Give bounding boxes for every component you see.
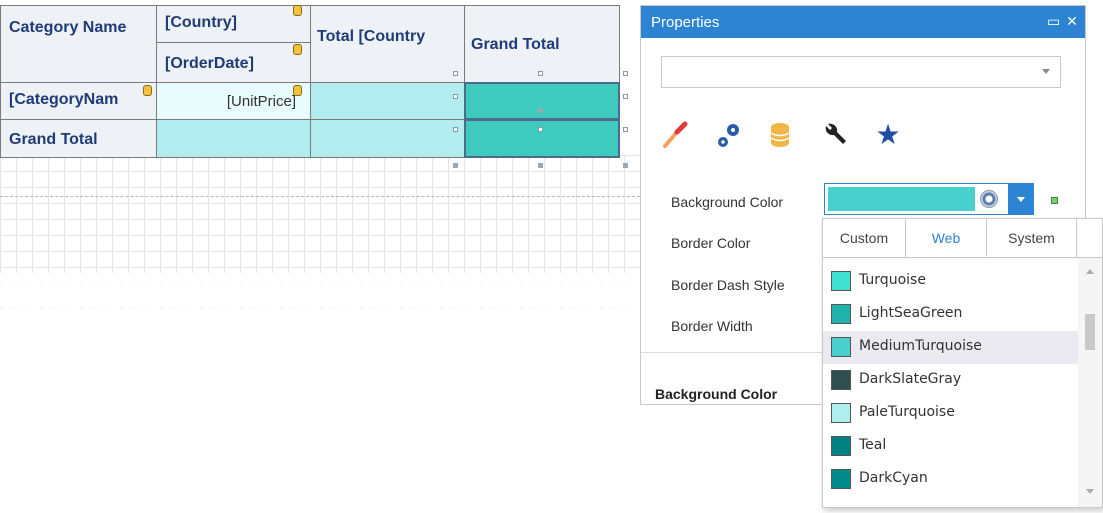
chevron-down-icon[interactable] <box>1042 69 1050 74</box>
resize-handle[interactable] <box>453 71 458 76</box>
resize-handle[interactable] <box>538 108 543 113</box>
paintbrush-icon[interactable] <box>659 118 693 152</box>
header-country-label: [Country] <box>165 14 237 31</box>
report-grid[interactable] <box>0 155 640 273</box>
color-swatch <box>831 469 851 489</box>
maximize-icon[interactable]: ▭ <box>1047 14 1060 28</box>
close-icon[interactable]: ✕ <box>1066 14 1078 28</box>
object-selector-combo[interactable] <box>661 56 1061 88</box>
color-picker-icon[interactable] <box>980 190 998 208</box>
color-tabs[interactable]: Custom Web System <box>823 219 1102 258</box>
label-border-width: Border Width <box>671 318 753 334</box>
resize-handle[interactable] <box>453 127 458 132</box>
color-item[interactable]: DarkSlateGray <box>823 364 1078 397</box>
designer-canvas[interactable]: Category Name [Country] [OrderDate] Tota… <box>0 0 1103 513</box>
scrollbar-thumb[interactable] <box>1085 314 1095 350</box>
grand-total-row-cell[interactable] <box>156 119 311 158</box>
resize-handle[interactable] <box>538 163 543 168</box>
color-item[interactable]: DarkCyan <box>823 463 1078 496</box>
header-orderdate[interactable]: [OrderDate] <box>156 42 311 83</box>
label-border-color: Border Color <box>671 235 751 251</box>
row-header-grand-total-label: Grand Total <box>9 131 98 148</box>
scroll-up-icon[interactable] <box>1086 269 1094 274</box>
grand-total-cell-selected[interactable] <box>464 82 620 120</box>
grand-total-row-cell[interactable] <box>310 119 465 158</box>
database-field-icon <box>293 44 302 55</box>
background-color-swatch <box>828 187 975 211</box>
color-name: Teal <box>859 437 887 453</box>
color-item[interactable]: Teal <box>823 430 1078 463</box>
data-cell-unitprice[interactable]: [UnitPrice] <box>156 82 311 120</box>
database-field-icon <box>293 5 302 16</box>
resize-handle[interactable] <box>623 127 628 132</box>
color-name: DarkCyan <box>859 470 928 486</box>
property-category-tabs[interactable]: ★ <box>659 118 959 154</box>
color-swatch <box>831 436 851 456</box>
resize-handle[interactable] <box>453 94 458 99</box>
color-name: PaleTurquoise <box>859 404 955 420</box>
row-header-category-label: [CategoryNam <box>9 91 119 108</box>
background-color-editor[interactable] <box>824 183 1034 215</box>
resize-handle[interactable] <box>453 163 458 168</box>
scroll-down-icon[interactable] <box>1086 489 1094 494</box>
color-name: MediumTurquoise <box>859 338 982 354</box>
wrench-icon[interactable] <box>817 118 851 152</box>
header-total-country[interactable]: Total [Country <box>310 5 465 83</box>
header-country[interactable]: [Country] <box>156 5 311 43</box>
header-orderdate-label: [OrderDate] <box>165 55 254 72</box>
resize-handle[interactable] <box>538 71 543 76</box>
resize-handle[interactable] <box>623 71 628 76</box>
resize-handle[interactable] <box>623 94 628 99</box>
tab-system-label: System <box>1008 230 1055 246</box>
band-separator <box>0 196 640 197</box>
header-category-name[interactable]: Category Name <box>0 5 157 83</box>
tab-system[interactable]: System <box>987 219 1077 257</box>
color-dropdown-button[interactable] <box>1008 183 1034 215</box>
resize-handle[interactable] <box>538 127 543 132</box>
properties-title-bar[interactable]: Properties ▭ ✕ <box>641 6 1085 38</box>
color-swatch <box>831 271 851 291</box>
dotted-guide <box>0 307 640 308</box>
header-total-country-label: Total [Country <box>317 28 426 45</box>
dotted-guide <box>0 282 640 283</box>
database-field-icon <box>293 85 302 96</box>
color-name: LightSeaGreen <box>859 305 963 321</box>
properties-title: Properties <box>651 14 720 31</box>
header-grand-total-label: Grand Total <box>471 36 560 53</box>
color-item[interactable]: PaleTurquoise <box>823 397 1078 430</box>
tab-custom-label: Custom <box>839 230 889 246</box>
tab-web[interactable]: Web <box>906 219 987 257</box>
database-field-icon <box>143 85 152 96</box>
tab-custom[interactable]: Custom <box>823 219 906 257</box>
color-item[interactable]: LightSeaGreen <box>823 298 1078 331</box>
database-icon[interactable] <box>763 118 797 152</box>
color-dropdown[interactable]: Custom Web System Turquoise LightSeaGree… <box>822 218 1103 508</box>
color-name: DarkSlateGray <box>859 371 962 387</box>
row-header-category[interactable]: [CategoryNam <box>0 82 157 120</box>
color-name: Turquoise <box>859 272 926 288</box>
tab-web-label: Web <box>931 230 961 246</box>
star-icon[interactable]: ★ <box>871 118 905 152</box>
color-swatch <box>831 304 851 324</box>
resize-handle[interactable] <box>623 163 628 168</box>
header-category-name-label: Category Name <box>9 19 127 36</box>
color-swatch <box>831 403 851 423</box>
color-swatch <box>831 337 851 357</box>
color-item[interactable]: Turquoise <box>823 265 1078 298</box>
label-border-dash-style: Border Dash Style <box>671 277 785 293</box>
color-swatch <box>831 370 851 390</box>
property-marker-icon <box>1051 197 1058 204</box>
gears-icon[interactable] <box>711 118 745 152</box>
color-item-highlighted[interactable]: MediumTurquoise <box>823 331 1078 364</box>
grand-total-corner-cell[interactable] <box>464 119 620 158</box>
data-cell-unitprice-label: [UnitPrice] <box>226 93 296 110</box>
row-header-grand-total[interactable]: Grand Total <box>0 119 157 158</box>
color-list-scrollbar[interactable] <box>1078 258 1102 507</box>
description-title: Background Color <box>655 386 778 402</box>
label-background-color: Background Color <box>671 194 784 210</box>
total-country-cell[interactable] <box>310 82 465 120</box>
